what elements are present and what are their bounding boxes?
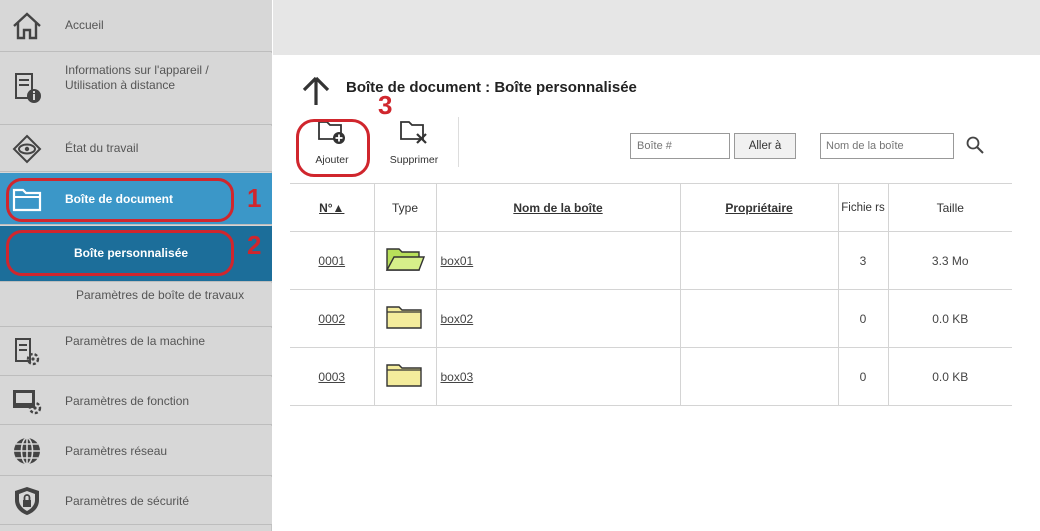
box-owner bbox=[679, 289, 838, 348]
folder-icon bbox=[10, 182, 44, 216]
column-header-size: Taille bbox=[887, 183, 1012, 232]
column-header-files: Fichie rs bbox=[837, 183, 888, 232]
box-owner bbox=[679, 231, 838, 290]
box-number-input[interactable] bbox=[630, 133, 730, 159]
table-row: 0002 box02 0 0.0 KB bbox=[290, 289, 1012, 348]
sidebar-item-label: Paramètres de boîte de travaux bbox=[76, 288, 245, 302]
sidebar-item-device-info[interactable]: Informations sur l'appareil / Utilisatio… bbox=[0, 53, 272, 125]
table-row: 0003 box03 0 0.0 KB bbox=[290, 347, 1012, 406]
goto-button[interactable]: Aller à bbox=[734, 133, 796, 159]
callout-number-1: 1 bbox=[247, 183, 262, 213]
search-icon[interactable] bbox=[962, 131, 988, 159]
sidebar-item-label: Boîte de document bbox=[65, 192, 174, 206]
eye-icon bbox=[10, 132, 44, 166]
sidebar-item-accueil[interactable]: Accueil bbox=[0, 0, 272, 52]
sidebar-item-label: Paramètres de fonction bbox=[65, 394, 190, 408]
box-file-count: 0 bbox=[837, 347, 888, 406]
sidebar-item-label: Boîte personnalisée bbox=[74, 246, 189, 260]
box-number-link[interactable]: 0003 bbox=[290, 347, 374, 406]
main-panel: Boîte de document : Boîte personnalisée … bbox=[290, 55, 1012, 531]
sidebar-subitem-parametres-boite-travaux[interactable]: Paramètres de boîte de travaux bbox=[0, 283, 272, 327]
box-number-link[interactable]: 0001 bbox=[290, 231, 374, 290]
function-settings-icon bbox=[10, 384, 44, 418]
sidebar-item-boite-document[interactable]: Boîte de document bbox=[0, 173, 272, 225]
shield-icon bbox=[10, 484, 44, 518]
sidebar-item-label: État du travail bbox=[65, 141, 139, 155]
box-size: 0.0 KB bbox=[887, 347, 1012, 406]
add-button-label: Ajouter bbox=[315, 154, 349, 166]
sidebar-item-label: Accueil bbox=[65, 18, 104, 32]
box-owner bbox=[679, 347, 838, 406]
sidebar-item-parametres-fonction[interactable]: Paramètres de fonction bbox=[0, 377, 272, 425]
delete-folder-icon bbox=[399, 119, 429, 150]
sidebar-item-label: Paramètres réseau bbox=[65, 444, 168, 458]
up-arrow-icon[interactable] bbox=[300, 75, 332, 107]
column-header-number[interactable]: N°▲ bbox=[290, 183, 374, 232]
add-folder-icon bbox=[317, 119, 347, 150]
folder-icon bbox=[373, 347, 436, 406]
box-file-count: 3 bbox=[837, 231, 888, 290]
box-name-link[interactable]: box02 bbox=[435, 289, 680, 348]
globe-icon bbox=[10, 434, 44, 468]
sidebar-item-etat-travail[interactable]: État du travail bbox=[0, 126, 272, 172]
box-table: N°▲ Type Nom de la boîte Propriétaire Fi… bbox=[290, 183, 1012, 406]
column-header-name[interactable]: Nom de la boîte bbox=[435, 183, 680, 232]
sidebar-item-label: Paramètres de la machine bbox=[65, 334, 206, 348]
sidebar-item-label: Informations sur l'appareil / Utilisatio… bbox=[65, 63, 209, 92]
device-info-icon bbox=[10, 71, 44, 105]
box-name-input[interactable] bbox=[820, 133, 954, 159]
box-number-link[interactable]: 0002 bbox=[290, 289, 374, 348]
sidebar: Accueil Informations sur l'appareil / Ut… bbox=[0, 0, 272, 531]
column-header-type: Type bbox=[373, 183, 436, 232]
toolbar-divider bbox=[458, 117, 459, 167]
table-row: 0001 box01 3 3.3 Mo bbox=[290, 231, 1012, 290]
folder-open-icon bbox=[373, 231, 436, 290]
sidebar-subitem-boite-personnalisee[interactable]: Boîte personnalisée bbox=[0, 226, 272, 282]
page-header: Boîte de document : Boîte personnalisée bbox=[290, 69, 1012, 109]
toolbar: Ajouter Supprimer Aller à bbox=[290, 113, 1012, 177]
box-size: 0.0 KB bbox=[887, 289, 1012, 348]
sidebar-item-parametres-securite[interactable]: Paramètres de sécurité bbox=[0, 477, 272, 525]
callout-number-2: 2 bbox=[247, 230, 262, 260]
box-name-link[interactable]: box03 bbox=[435, 347, 680, 406]
delete-button[interactable]: Supprimer bbox=[376, 113, 452, 173]
box-name-link[interactable]: box01 bbox=[435, 231, 680, 290]
machine-settings-icon bbox=[10, 335, 44, 369]
column-header-owner[interactable]: Propriétaire bbox=[679, 183, 838, 232]
delete-button-label: Supprimer bbox=[389, 154, 439, 166]
sidebar-item-label: Paramètres de sécurité bbox=[65, 494, 190, 508]
table-header-row: N°▲ Type Nom de la boîte Propriétaire Fi… bbox=[290, 183, 1012, 232]
header-strip bbox=[273, 0, 1040, 55]
sidebar-item-parametres-reseau[interactable]: Paramètres réseau bbox=[0, 426, 272, 476]
folder-icon bbox=[373, 289, 436, 348]
add-button[interactable]: Ajouter bbox=[294, 113, 370, 173]
box-file-count: 0 bbox=[837, 289, 888, 348]
sidebar-item-parametres-machine[interactable]: Paramètres de la machine bbox=[0, 328, 272, 376]
box-size: 3.3 Mo bbox=[887, 231, 1012, 290]
home-icon bbox=[10, 9, 44, 43]
